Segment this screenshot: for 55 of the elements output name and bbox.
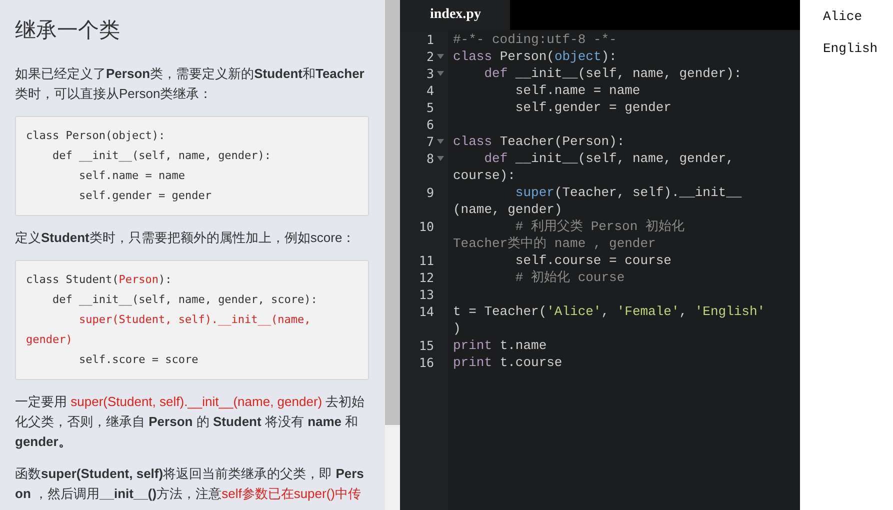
file-tab[interactable]: index.py: [400, 0, 510, 30]
code-line: class Person(object):: [26, 128, 166, 144]
code-line: super(Student, self).__init__(name, gender): [26, 312, 312, 348]
code-line: self.course = course: [514, 252, 672, 269]
lesson-paragraph: 一定要用 super(Student, self).__init__(name, gender) 去初始化父类，否则，继承自 Person 的 Student 将没有 name 和 gender。: [15, 393, 366, 451]
code-line: ): [453, 320, 462, 337]
line-number: 1: [426, 31, 434, 48]
code-line: course):: [453, 167, 516, 184]
lesson-paragraph: 函数super(Student, self)将返回当前类继承的父类，即 Person ，然后调用__init__()方法，注意self参数已在super()中传: [15, 465, 365, 503]
line-number: 9: [426, 184, 434, 201]
code-line: def __init__(self, name, gender):: [52, 148, 272, 164]
code-line: Teacher类中的 name , gender: [453, 235, 657, 252]
line-number: 12: [418, 269, 434, 286]
line-number: 4: [426, 82, 434, 99]
code-line: self.score = score: [78, 352, 200, 368]
lesson-title: 继承一个类: [15, 17, 121, 44]
code-line: print t.course: [453, 354, 564, 371]
lesson-paragraph: 定义Student类时，只需要把额外的属性加上，例如score：: [15, 229, 356, 247]
line-number: 10: [418, 218, 434, 235]
code-line: #-*- coding:utf-8 -*-: [453, 31, 618, 48]
line-number: 14: [418, 303, 434, 320]
fold-caret-icon[interactable]: [437, 156, 444, 161]
code-line: self.name = name: [514, 82, 642, 99]
code-line: print t.name: [453, 337, 548, 354]
line-number: 6: [426, 116, 434, 133]
output-line: Alice: [823, 8, 864, 25]
code-line: class Person(object):: [453, 48, 618, 65]
line-number: 16: [418, 354, 434, 371]
fold-caret-icon[interactable]: [437, 139, 444, 144]
code-line: t = Teacher('Alice', 'Female', 'English': [453, 303, 766, 320]
line-number: 7: [426, 133, 434, 150]
code-line: self.name = name: [78, 168, 186, 184]
line-number: 15: [418, 337, 434, 354]
code-line: super(Teacher, self).__init__: [514, 184, 743, 201]
code-line: class Teacher(Person):: [453, 133, 626, 150]
fold-caret-icon[interactable]: [437, 54, 444, 59]
code-line: # 利用父类 Person 初始化: [514, 218, 686, 235]
line-number: 5: [426, 99, 434, 116]
output-line: English: [823, 40, 879, 57]
fold-caret-icon[interactable]: [437, 71, 444, 76]
code-line: (name, gender): [453, 201, 564, 218]
lesson-paragraph: 如果已经定义了Person类，需要定义新的Student和Teacher类时，可以直接从Person类继承：: [15, 65, 366, 103]
code-line: def __init__(self, name, gender, score):: [52, 292, 318, 308]
line-number: 2: [426, 48, 434, 65]
code-line: def __init__(self, name, gender,: [483, 150, 735, 167]
code-line: self.gender = gender: [78, 188, 212, 204]
line-number: 3: [426, 65, 434, 82]
scrollbar-thumb[interactable]: [385, 0, 400, 425]
line-number: 8: [426, 150, 434, 167]
code-line: def __init__(self, name, gender):: [483, 65, 743, 82]
line-number: 13: [418, 286, 434, 303]
code-line: class Student(Person):: [26, 272, 173, 288]
line-number: 11: [418, 252, 434, 269]
code-line: self.gender = gender: [514, 99, 672, 116]
code-line: # 初始化 course: [514, 269, 626, 286]
